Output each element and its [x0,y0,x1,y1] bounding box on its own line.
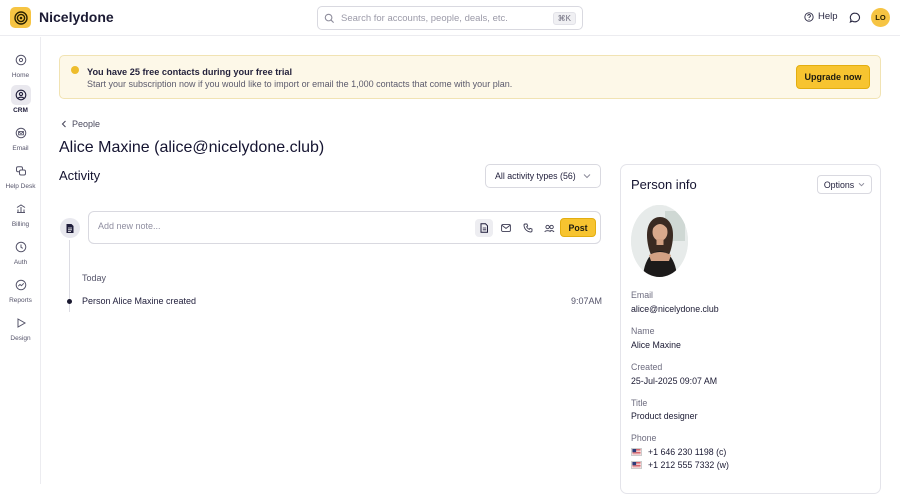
page-title: Alice Maxine (alice@nicelydone.club) [59,139,325,156]
post-button[interactable]: Post [560,218,596,237]
breadcrumb-label: People [72,119,101,129]
help-label: Help [818,11,838,22]
banner-subtitle: Start your subscription now if you would… [87,79,513,89]
email-type-icon[interactable] [497,219,515,237]
search-shortcut: ⌘K [552,11,576,25]
name-label: Name [631,326,655,336]
help-icon [804,11,814,22]
created-value: 25-Jul-2025 09:07 AM [631,376,718,386]
title-value: Product designer [631,411,698,421]
crm-icon [10,85,31,105]
chevron-down-icon [583,174,591,179]
person-photo [631,205,688,277]
phone-type-icon[interactable] [519,219,537,237]
sidebar-item-crm[interactable]: CRM [0,85,41,114]
global-search[interactable]: ⌘K [317,6,583,30]
app-name: Nicelydone [39,9,114,25]
sidebar-item-label: Billing [11,221,30,228]
sidebar-item-help-desk[interactable]: Help Desk [0,161,41,190]
note-composer: Post [88,211,601,244]
phone-label: Phone [631,433,657,443]
sidebar-item-billing[interactable]: Billing [0,199,41,228]
sidebar-item-label: Reports [9,297,32,304]
us-flag-icon [631,461,642,469]
sidebar-item-label: Auth [13,259,28,266]
sidebar-item-label: Help Desk [5,183,36,190]
email-icon [11,123,31,143]
auth-icon [11,237,31,257]
design-icon [11,313,31,333]
sidebar-item-label: Home [11,72,30,79]
activity-filter-label: All activity types (56) [495,171,576,181]
upgrade-now-button[interactable]: Upgrade now [796,65,870,89]
meeting-type-icon[interactable] [540,219,558,237]
timeline-dot [67,299,72,304]
reports-icon [11,275,31,295]
timeline-event-text: Person Alice Maxine created [82,296,197,306]
trial-banner: You have 25 free contacts during your fr… [59,55,881,99]
banner-title: You have 25 free contacts during your fr… [87,67,293,77]
chevron-down-icon [858,182,865,187]
sidebar-item-auth[interactable]: Auth [0,237,41,266]
search-input[interactable] [341,12,553,24]
help-button[interactable]: Help [804,11,838,22]
created-label: Created [631,362,663,372]
note-icon [60,218,80,238]
person-info-title: Person info [631,177,697,192]
billing-icon [11,199,31,219]
email-value[interactable]: alice@nicelydone.club [631,304,719,314]
sidebar-item-reports[interactable]: Reports [0,275,41,304]
activity-heading: Activity [59,168,101,183]
help-desk-icon [11,161,31,181]
info-icon [71,66,79,74]
us-flag-icon [631,448,642,456]
timeline-group-label: Today [82,273,107,283]
phone-number: +1 212 555 7332 (w) [648,460,729,470]
chevron-left-icon [61,120,66,128]
top-bar: Nicelydone ⌘K Help LO [0,0,900,36]
sidebar-item-email[interactable]: Email [0,123,41,152]
sidebar: Home CRM Email Help Desk Billing Auth Re… [0,37,41,484]
person-info-panel: Person info Options Email alice@nicelydo… [620,164,881,494]
activity-type-filter[interactable]: All activity types (56) [485,164,601,188]
logo-icon[interactable] [10,7,31,28]
note-input[interactable] [98,221,458,231]
sidebar-item-label: Design [10,335,31,342]
home-icon [11,50,31,70]
breadcrumb[interactable]: People [61,119,100,129]
phone-row[interactable]: +1 212 555 7332 (w) [631,460,729,470]
note-type-icon[interactable] [475,219,493,237]
options-label: Options [823,179,855,190]
title-label: Title [631,398,648,408]
sidebar-item-label: Email [12,145,29,152]
sidebar-item-home[interactable]: Home [0,50,41,79]
options-button[interactable]: Options [817,175,872,194]
phone-row[interactable]: +1 646 230 1198 (c) [631,447,726,457]
chat-icon[interactable] [848,11,862,25]
name-value: Alice Maxine [631,340,681,350]
timeline-event-time: 9:07AM [571,296,603,306]
email-label: Email [631,290,653,300]
search-icon [324,13,335,23]
phone-number: +1 646 230 1198 (c) [648,447,727,457]
sidebar-item-label: CRM [13,107,28,114]
sidebar-item-design[interactable]: Design [0,313,41,342]
user-avatar[interactable]: LO [871,8,890,27]
